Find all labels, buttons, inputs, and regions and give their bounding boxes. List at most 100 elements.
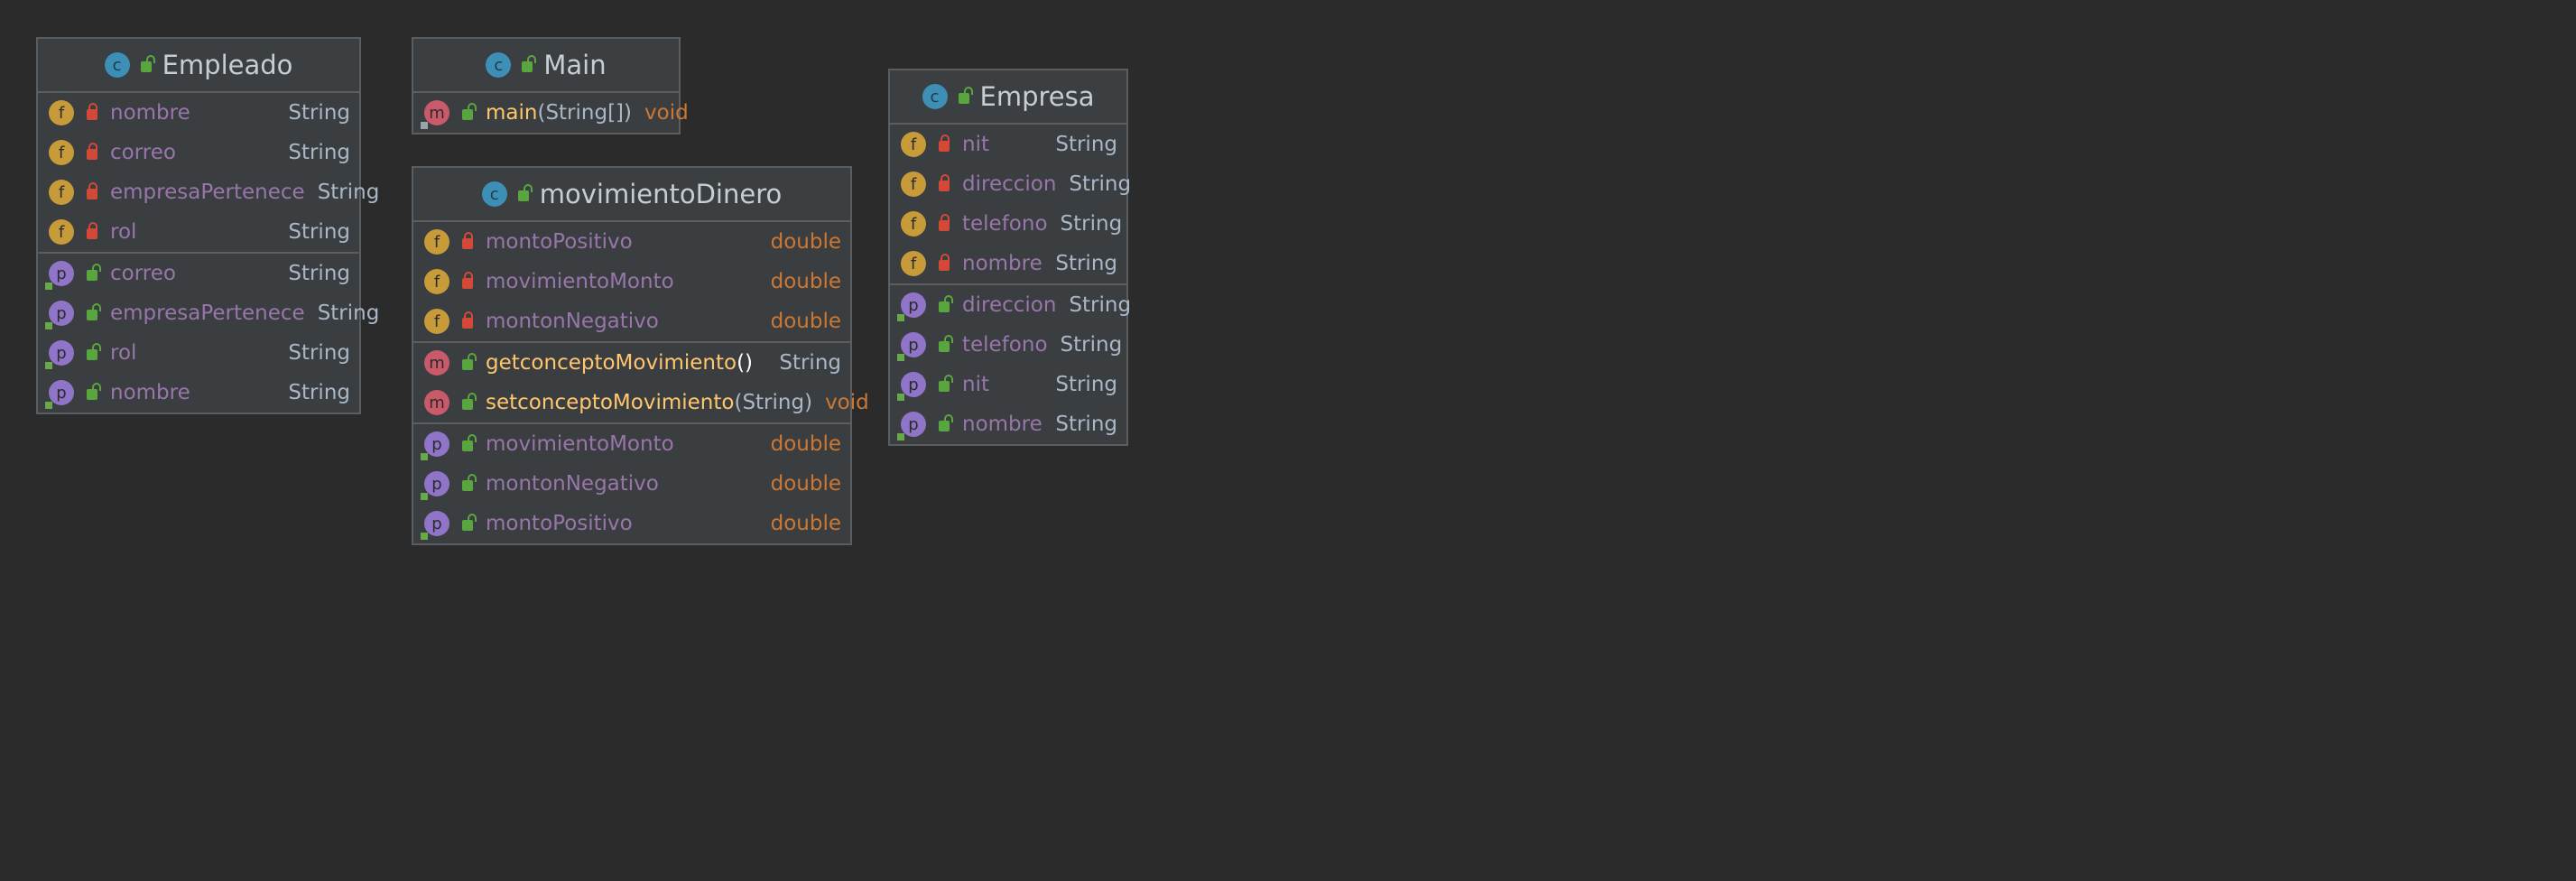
property-marker-icon [421, 453, 428, 460]
class-title: Empresa [979, 81, 1095, 112]
field-icon: f [49, 180, 74, 205]
property-letter: p [908, 414, 919, 434]
fields-section: f nombre String f correo String f empresaPert… [38, 93, 379, 254]
property-row[interactable]: p telefono String [890, 325, 1126, 365]
class-main[interactable]: c Main m main(String[]) void [412, 37, 689, 134]
class-empresa[interactable]: c Empresa f nit String f direccion String ft… [888, 69, 1131, 446]
class-title: Empleado [162, 50, 293, 80]
field-type: String [1055, 133, 1117, 156]
field-row[interactable]: f rol String [38, 212, 359, 252]
field-type: String [288, 141, 350, 164]
field-icon: f [49, 100, 74, 125]
field-type: String [1055, 252, 1117, 275]
field-icon: f [49, 219, 74, 245]
field-icon: f [424, 309, 449, 334]
property-row[interactable]: p direccion String [890, 285, 1131, 325]
class-header[interactable]: c movimientoDinero [413, 168, 850, 222]
property-name: nombre [110, 381, 190, 404]
class-title: movimientoDinero [539, 179, 783, 209]
property-letter: p [56, 343, 67, 363]
property-name: correo [110, 262, 176, 285]
field-name: telefono [962, 212, 1048, 236]
public-lock-icon [462, 514, 477, 531]
property-marker-icon [421, 493, 428, 500]
field-icon: f [901, 251, 926, 276]
property-row[interactable]: p correo String [38, 254, 359, 293]
public-lock-icon [522, 55, 537, 72]
property-type: String [288, 381, 350, 404]
method-row[interactable]: m getconceptoMovimiento() String [413, 343, 850, 383]
property-type: String [1055, 373, 1117, 396]
private-lock-icon [87, 182, 97, 199]
class-header[interactable]: c Empleado [38, 39, 359, 93]
public-lock-icon [462, 434, 477, 451]
field-icon: f [901, 211, 926, 236]
public-lock-icon [939, 375, 953, 392]
field-name: nombre [110, 101, 190, 125]
property-marker-icon [897, 354, 904, 361]
private-lock-icon [462, 272, 473, 289]
method-row[interactable]: m setconceptoMovimiento(String) void [413, 383, 869, 422]
public-lock-icon [462, 353, 477, 370]
class-empleado[interactable]: c Empleado f nombre String f correo String f… [36, 37, 379, 414]
public-lock-icon [517, 184, 533, 201]
private-lock-icon [87, 103, 97, 120]
class-movimiento-dinero[interactable]: c movimientoDinero f montoPositivo double … [412, 166, 869, 545]
class-icon: c [481, 181, 507, 207]
property-row[interactable]: p empresaPertenece String [38, 293, 379, 333]
property-icon: p [897, 332, 926, 361]
field-row[interactable]: f nombre String [890, 244, 1126, 283]
field-row[interactable]: f telefono String [890, 204, 1126, 244]
public-lock-icon [939, 414, 953, 431]
property-icon: p [897, 292, 926, 321]
property-type: String [1069, 293, 1132, 317]
method-name-text: getconceptoMovimiento [486, 351, 737, 375]
field-type: String [288, 101, 350, 125]
property-row[interactable]: p nit String [890, 365, 1126, 404]
property-row[interactable]: p montoPositivo double [413, 504, 850, 543]
field-row[interactable]: f empresaPertenece String [38, 172, 379, 212]
field-row[interactable]: f montoPositivo double [413, 222, 850, 262]
property-row[interactable]: p nombre String [38, 373, 359, 413]
property-row[interactable]: p rol String [38, 333, 359, 373]
property-icon: p [45, 340, 74, 369]
field-row[interactable]: f montonNegativo double [413, 301, 850, 341]
property-type: double [770, 432, 841, 456]
field-row[interactable]: f nombre String [38, 93, 359, 133]
property-letter: p [56, 383, 67, 403]
field-name: movimientoMonto [486, 270, 674, 293]
properties-section: p direccion String p telefono String p nit Str… [890, 285, 1131, 444]
public-lock-icon [958, 87, 973, 104]
property-marker-icon [421, 533, 428, 540]
field-row[interactable]: f movimientoMonto double [413, 262, 850, 301]
field-type: String [317, 181, 380, 204]
property-row[interactable]: p nombre String [890, 404, 1126, 444]
public-lock-icon [87, 383, 101, 400]
property-row[interactable]: p movimientoMonto double [413, 424, 850, 464]
field-row[interactable]: f nit String [890, 125, 1126, 164]
class-header[interactable]: c Main [413, 39, 679, 93]
field-type: String [1069, 172, 1132, 196]
class-icon: c [486, 52, 512, 78]
private-lock-icon [87, 222, 97, 239]
method-return-type: void [644, 101, 689, 125]
field-row[interactable]: f direccion String [890, 164, 1131, 204]
field-row[interactable]: f correo String [38, 133, 359, 172]
property-icon: p [897, 412, 926, 440]
property-type: String [288, 341, 350, 365]
property-row[interactable]: p montonNegativo double [413, 464, 850, 504]
property-letter: p [908, 335, 919, 355]
property-name: empresaPertenece [110, 301, 305, 325]
field-icon: f [901, 132, 926, 157]
field-type: String [1060, 212, 1123, 236]
class-header[interactable]: c Empresa [890, 70, 1126, 125]
method-row[interactable]: m main(String[]) void [413, 93, 689, 133]
field-name: direccion [962, 172, 1057, 196]
method-icon: m [424, 350, 449, 376]
property-letter: p [431, 514, 442, 533]
property-icon: p [421, 471, 449, 500]
property-type: String [1060, 333, 1123, 357]
field-name: nombre [962, 252, 1042, 275]
private-lock-icon [462, 311, 473, 329]
fields-section: f nit String f direccion String f telefono Str… [890, 125, 1131, 285]
